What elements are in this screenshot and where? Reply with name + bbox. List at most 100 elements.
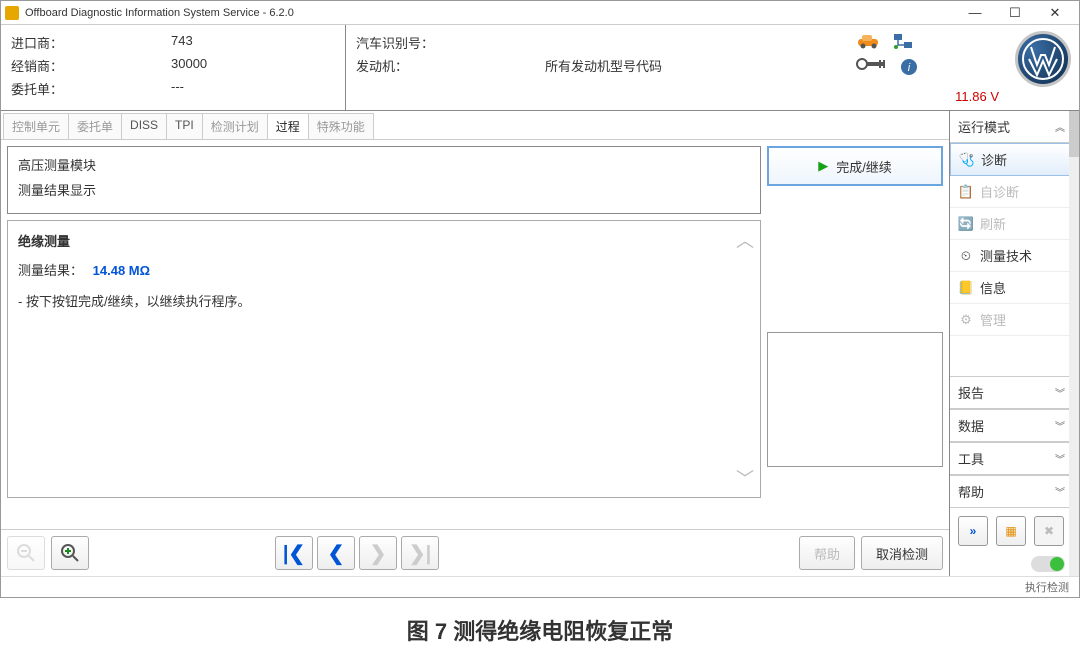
book-icon: 📒 bbox=[958, 280, 974, 296]
chevron-up-icon: ︽ bbox=[1055, 119, 1065, 134]
tab-test-plan[interactable]: 检测计划 bbox=[202, 113, 268, 139]
stethoscope-icon: 🩺 bbox=[959, 152, 975, 168]
result-line: 测量结果： 14.48 MΩ bbox=[18, 260, 750, 279]
header: 进口商：743 经销商：30000 委托单：--- 汽车识别号： 发动机：所有发… bbox=[1, 25, 1079, 111]
order-label: 委托单： bbox=[11, 79, 171, 98]
scroll-up-icon[interactable]: ︿ bbox=[736, 227, 754, 253]
zoom-out-button[interactable] bbox=[7, 536, 45, 570]
sidebar-diag-label: 诊断 bbox=[981, 150, 1007, 169]
clipboard-icon: 📋 bbox=[958, 184, 974, 200]
tab-process[interactable]: 过程 bbox=[267, 113, 309, 139]
statusbar: 执行检测 bbox=[1, 576, 1079, 597]
engine-value: 所有发动机型号代码 bbox=[456, 56, 751, 75]
sidebar-mode-header[interactable]: 运行模式 ︽ bbox=[950, 111, 1079, 143]
vw-logo bbox=[1015, 31, 1071, 87]
instruction-text: - 按下按钮完成/继续，以继续执行程序。 bbox=[18, 291, 750, 310]
figure-caption: 图 7 测得绝缘电阻恢复正常 bbox=[0, 598, 1080, 662]
sidebar-section-tools[interactable]: 工具 ︾ bbox=[950, 442, 1079, 475]
panel-body: 绝缘测量 测量结果： 14.48 MΩ - 按下按钮完成/继续，以继续执行程序。… bbox=[7, 220, 761, 498]
content-row: 高压测量模块 测量结果显示 绝缘测量 测量结果： 14.48 MΩ - 按下按钮… bbox=[1, 140, 949, 529]
sidebar-item-measure[interactable]: ⏲ 测量技术 bbox=[950, 240, 1079, 272]
body-area: 控制单元 委托单 DISS TPI 检测计划 过程 特殊功能 高压测量模块 测量… bbox=[1, 111, 1079, 576]
close-button[interactable]: ✕ bbox=[1035, 1, 1075, 25]
dealer-label: 经销商： bbox=[11, 56, 171, 75]
sidebar-help-label: 帮助 bbox=[958, 482, 984, 501]
window-title: Offboard Diagnostic Information System S… bbox=[25, 7, 955, 19]
app-window: Offboard Diagnostic Information System S… bbox=[0, 0, 1080, 598]
header-mid: 汽车识别号： 发动机：所有发动机型号代码 bbox=[346, 25, 761, 110]
tab-special[interactable]: 特殊功能 bbox=[308, 113, 374, 139]
gear-icon: ⚙ bbox=[958, 312, 974, 328]
titlebar: Offboard Diagnostic Information System S… bbox=[1, 1, 1079, 25]
nav-first-button[interactable]: |❮ bbox=[275, 536, 313, 570]
chevron-down-icon: ︾ bbox=[1055, 385, 1065, 400]
sidebar-item-selfdiag: 📋 自诊断 bbox=[950, 176, 1079, 208]
action-column: ▶ 完成/继续 bbox=[767, 140, 949, 529]
finish-continue-label: 完成/继续 bbox=[836, 157, 892, 176]
sidebar-info-label: 信息 bbox=[980, 278, 1006, 297]
nav-next-button[interactable]: ❯ bbox=[359, 536, 397, 570]
nav-last-button[interactable]: ❯| bbox=[401, 536, 439, 570]
header-right: i 11.86 V bbox=[761, 25, 1079, 110]
vin-label: 汽车识别号： bbox=[356, 33, 456, 52]
help-button[interactable]: 帮助 bbox=[799, 536, 855, 570]
main-column: 控制单元 委托单 DISS TPI 检测计划 过程 特殊功能 高压测量模块 测量… bbox=[1, 111, 949, 576]
cancel-test-button[interactable]: 取消检测 bbox=[861, 536, 943, 570]
nav-group: |❮ ❮ ❯ ❯| bbox=[275, 536, 439, 570]
vin-value bbox=[456, 33, 751, 52]
sidebar-mode-label: 运行模式 bbox=[958, 117, 1010, 136]
sidebar-measure-label: 测量技术 bbox=[980, 246, 1032, 265]
maximize-button[interactable]: ☐ bbox=[995, 1, 1035, 25]
chevron-down-icon: ︾ bbox=[1055, 451, 1065, 466]
sidebar-selfdiag-label: 自诊断 bbox=[980, 182, 1019, 201]
footer-right: 帮助 取消检测 bbox=[799, 536, 943, 570]
sidebar-item-flash: 🔄 刷新 bbox=[950, 208, 1079, 240]
sidebar-section-report[interactable]: 报告 ︾ bbox=[950, 376, 1079, 409]
blank-panel bbox=[767, 332, 943, 467]
scroll-down-icon[interactable]: ﹀ bbox=[736, 465, 754, 491]
nav-prev-button[interactable]: ❮ bbox=[317, 536, 355, 570]
sidebar-item-info[interactable]: 📒 信息 bbox=[950, 272, 1079, 304]
status-toggle[interactable] bbox=[1031, 556, 1065, 572]
finish-continue-button[interactable]: ▶ 完成/继续 bbox=[767, 146, 943, 186]
panel-line-2: 测量结果显示 bbox=[18, 180, 750, 199]
zoom-in-button[interactable] bbox=[51, 536, 89, 570]
tab-control-unit[interactable]: 控制单元 bbox=[3, 113, 69, 139]
gauge-icon: ⏲ bbox=[958, 248, 974, 264]
network-icon bbox=[889, 31, 917, 51]
window-controls: — ☐ ✕ bbox=[955, 1, 1075, 25]
refresh-icon: 🔄 bbox=[958, 216, 974, 232]
sidebar-toggle-row bbox=[950, 554, 1079, 576]
dealer-value: 30000 bbox=[171, 56, 207, 75]
sidebar-item-diagnosis[interactable]: 🩺 诊断 bbox=[950, 143, 1079, 176]
sidebar-section-help[interactable]: 帮助 ︾ bbox=[950, 475, 1079, 508]
grid-button[interactable]: ▦ bbox=[996, 516, 1026, 546]
chevron-down-icon: ︾ bbox=[1055, 484, 1065, 499]
importer-label: 进口商： bbox=[11, 33, 171, 52]
sidebar-flash-label: 刷新 bbox=[980, 214, 1006, 233]
panel-header: 高压测量模块 测量结果显示 bbox=[7, 146, 761, 214]
minimize-button[interactable]: — bbox=[955, 1, 995, 25]
sidebar-item-admin: ⚙ 管理 bbox=[950, 304, 1079, 336]
result-value: 14.48 MΩ bbox=[93, 263, 150, 278]
chevron-down-icon: ︾ bbox=[1055, 418, 1065, 433]
footer-toolbar: |❮ ❮ ❯ ❯| 帮助 取消检测 bbox=[1, 529, 949, 576]
tab-order[interactable]: 委托单 bbox=[68, 113, 122, 139]
importer-value: 743 bbox=[171, 33, 193, 52]
app-icon bbox=[5, 6, 19, 20]
sidebar-report-label: 报告 bbox=[958, 383, 984, 402]
sidebar-data-label: 数据 bbox=[958, 416, 984, 435]
header-left: 进口商：743 经销商：30000 委托单：--- bbox=[1, 25, 346, 110]
sidebar: 运行模式 ︽ 🩺 诊断 📋 自诊断 🔄 刷新 ⏲ 测量技术 📒 信息 bbox=[949, 111, 1079, 576]
tab-diss[interactable]: DISS bbox=[121, 113, 167, 139]
sidebar-section-data[interactable]: 数据 ︾ bbox=[950, 409, 1079, 442]
sidebar-tools-label: 工具 bbox=[958, 449, 984, 468]
status-text: 执行检测 bbox=[1025, 579, 1069, 595]
panel-line-1: 高压测量模块 bbox=[18, 155, 750, 174]
car-icon bbox=[855, 31, 883, 51]
sidebar-scrollbar[interactable] bbox=[1069, 111, 1079, 576]
info-icon: i bbox=[895, 57, 923, 77]
tab-tpi[interactable]: TPI bbox=[166, 113, 203, 139]
engine-label: 发动机： bbox=[356, 56, 456, 75]
expand-button[interactable]: » bbox=[958, 516, 988, 546]
